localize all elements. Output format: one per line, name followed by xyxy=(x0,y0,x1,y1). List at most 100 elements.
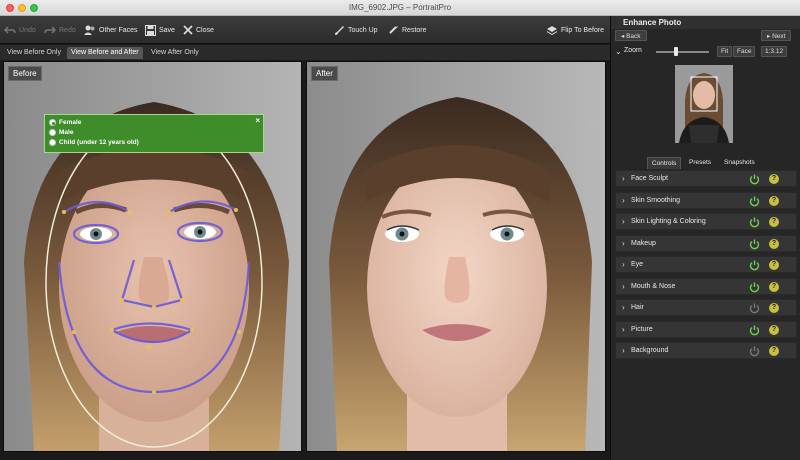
zoom-label: Zoom xyxy=(624,47,642,54)
before-photo-panel[interactable]: Before × Female Male Child (under 12 yea… xyxy=(3,61,302,452)
chevron-right-icon[interactable]: › xyxy=(622,196,625,205)
gender-option-female[interactable]: Female xyxy=(49,119,81,126)
layers-icon xyxy=(546,25,558,35)
next-button[interactable]: ▸ Next xyxy=(761,30,792,41)
popup-close-icon[interactable]: × xyxy=(255,116,260,125)
help-icon[interactable]: ? xyxy=(769,346,779,356)
control-label-makeup: Makeup xyxy=(631,239,656,247)
radio-female[interactable] xyxy=(49,119,56,126)
help-icon[interactable]: ? xyxy=(769,303,779,313)
power-icon[interactable] xyxy=(749,303,760,314)
chevron-right-icon[interactable]: › xyxy=(622,325,625,334)
after-photo-panel[interactable]: After xyxy=(306,61,606,452)
radio-male[interactable] xyxy=(49,129,56,136)
power-icon[interactable] xyxy=(749,217,760,228)
back-label: Back xyxy=(626,33,641,40)
redo-icon xyxy=(44,26,56,34)
main-toolbar: Undo Redo Other Faces Save Close Touch U… xyxy=(0,16,610,44)
help-icon[interactable]: ? xyxy=(769,174,779,184)
next-label: Next xyxy=(772,33,786,40)
fit-button[interactable]: Fit xyxy=(717,46,733,57)
control-row[interactable]: › Hair? xyxy=(615,299,797,316)
help-icon[interactable]: ? xyxy=(769,217,779,227)
tab-snapshots[interactable]: Snapshots xyxy=(720,157,759,169)
control-label-picture: Picture xyxy=(631,325,653,333)
control-label-skin-smoothing: Skin Smoothing xyxy=(631,196,681,204)
undo-label: Undo xyxy=(19,26,36,34)
chevron-right-icon[interactable]: › xyxy=(622,239,625,248)
panel-title: Enhance Photo xyxy=(611,16,800,29)
control-label-skin-lighting-coloring: Skin Lighting & Coloring xyxy=(631,218,706,225)
help-icon[interactable]: ? xyxy=(769,324,779,335)
power-icon[interactable] xyxy=(749,282,760,293)
control-label-mouth-nose: Mouth & Nose xyxy=(631,282,676,290)
navigator-thumbnail[interactable] xyxy=(675,65,733,143)
zoom-slider-track[interactable] xyxy=(656,51,709,53)
chevron-right-icon[interactable]: › xyxy=(622,217,625,226)
tab-presets[interactable]: Presets xyxy=(685,157,715,169)
help-icon[interactable]: ? xyxy=(769,281,779,292)
control-row[interactable]: › Eye? xyxy=(615,256,797,273)
restore-button[interactable]: Restore xyxy=(388,22,427,38)
help-icon[interactable]: ? xyxy=(769,195,779,206)
faces-icon xyxy=(84,25,95,35)
flip-to-before-label: Flip To Before xyxy=(561,26,605,34)
undo-button[interactable]: Undo xyxy=(4,22,36,38)
chevron-right-icon[interactable]: › xyxy=(622,260,625,269)
save-icon xyxy=(145,24,156,36)
help-icon[interactable]: ? xyxy=(769,260,779,270)
control-label-background: Background xyxy=(631,347,669,354)
tab-view-after-only[interactable]: View After Only xyxy=(147,47,203,59)
touch-up-button[interactable]: Touch Up xyxy=(334,22,378,38)
tab-controls[interactable]: Controls xyxy=(647,157,682,169)
chevron-right-icon[interactable]: › xyxy=(622,303,625,312)
control-row[interactable]: › Mouth & Nose? xyxy=(615,277,797,295)
control-label-face-sculpt: Face Sculpt xyxy=(631,175,668,182)
close-icon xyxy=(183,25,193,35)
tab-view-before-only[interactable]: View Before Only xyxy=(3,47,65,59)
control-row[interactable]: › Picture? xyxy=(615,320,797,338)
save-button[interactable]: Save xyxy=(145,22,175,38)
child-label: Child (under 12 years old) xyxy=(59,139,139,146)
zoom-slider-handle[interactable] xyxy=(674,47,678,56)
zoom-value: 1:3.12 xyxy=(761,46,788,57)
power-icon[interactable] xyxy=(749,196,760,207)
female-label: Female xyxy=(59,119,82,126)
back-button[interactable]: ◂ Back xyxy=(615,30,647,41)
control-row[interactable]: › Skin Smoothing? xyxy=(615,191,797,209)
control-row[interactable]: › Makeup? xyxy=(615,234,797,252)
enhance-photo-panel: Enhance Photo ◂ Back ▸ Next ⌄ Zoom Fit F… xyxy=(610,16,800,460)
before-label: Before xyxy=(8,66,42,81)
power-icon[interactable] xyxy=(749,346,760,357)
control-row[interactable]: › Face Sculpt? xyxy=(615,170,797,187)
thumbnail-image xyxy=(675,65,733,143)
chevron-right-icon[interactable]: › xyxy=(622,282,625,291)
zoom-chevron-icon[interactable]: ⌄ xyxy=(615,47,622,56)
power-icon[interactable] xyxy=(749,260,760,271)
flip-to-before-button[interactable]: Flip To Before xyxy=(546,22,604,38)
chevron-right-icon[interactable]: › xyxy=(622,346,625,355)
close-button[interactable]: Close xyxy=(183,22,214,38)
chevron-right-icon[interactable]: › xyxy=(622,174,625,183)
gender-option-male[interactable]: Male xyxy=(49,129,73,136)
male-label: Male xyxy=(59,129,74,136)
save-label: Save xyxy=(159,26,175,34)
power-icon[interactable] xyxy=(749,325,760,336)
window-title: IMG_6902.JPG – PortraitPro xyxy=(348,3,452,12)
power-icon[interactable] xyxy=(749,239,760,250)
restore-icon xyxy=(389,25,398,34)
gender-option-child[interactable]: Child (under 12 years old) xyxy=(49,139,139,146)
redo-label: Redo xyxy=(59,26,76,34)
after-label: After xyxy=(311,66,338,81)
control-row[interactable]: › Skin Lighting & Coloring? xyxy=(615,213,797,230)
radio-child[interactable] xyxy=(49,139,56,146)
control-row[interactable]: › Background? xyxy=(615,342,797,359)
view-tabs: View Before Only View Before and After V… xyxy=(0,45,610,60)
power-icon[interactable] xyxy=(749,174,760,185)
redo-button[interactable]: Redo xyxy=(44,22,76,38)
help-icon[interactable]: ? xyxy=(769,238,779,249)
undo-icon xyxy=(4,26,16,34)
face-button[interactable]: Face xyxy=(733,46,756,57)
other-faces-button[interactable]: Other Faces xyxy=(84,22,138,38)
tab-view-before-and-after[interactable]: View Before and After xyxy=(67,47,143,59)
